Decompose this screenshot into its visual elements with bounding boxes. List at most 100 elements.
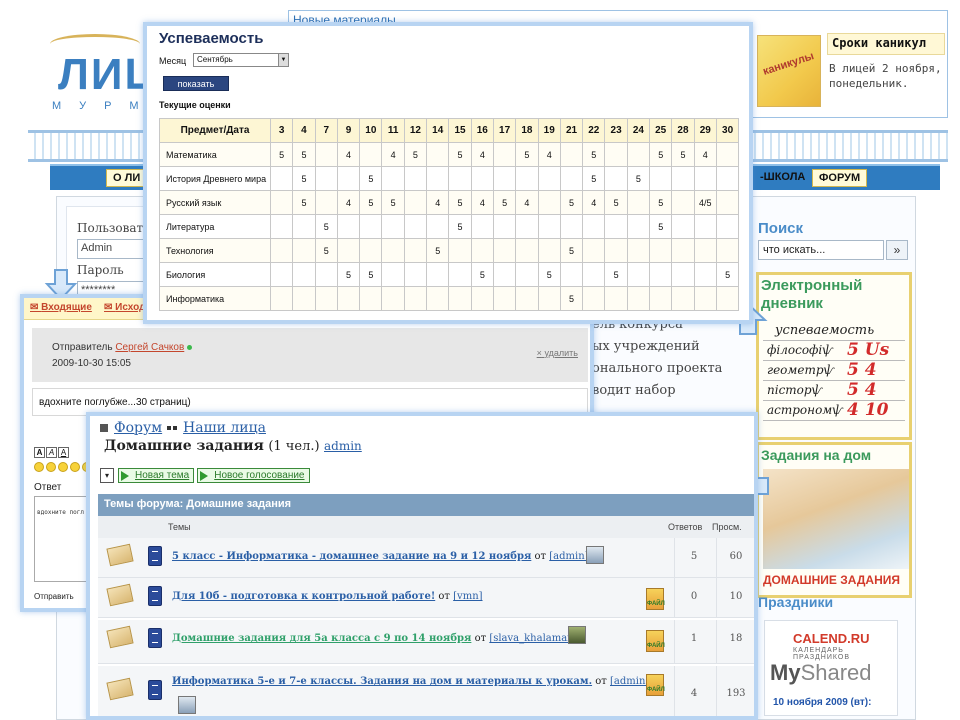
sender-link[interactable]: Сергей Сачков — [115, 342, 184, 353]
diary-word: філософіѱ — [767, 343, 834, 357]
topic-title-link[interactable]: 5 класс - Информатика - домашнее задание… — [172, 551, 531, 562]
month-select[interactable]: Сентябрь ▼ — [193, 53, 289, 67]
grade-cell — [537, 166, 561, 191]
watermark: MyShared — [770, 660, 872, 686]
search-button[interactable]: » — [886, 240, 908, 260]
menu-item-forum[interactable]: ФОРУМ — [812, 169, 868, 187]
smiley-icon[interactable] — [70, 462, 80, 472]
smiley-icon[interactable] — [34, 462, 44, 472]
grade-cell — [269, 190, 294, 215]
grade-cell: 5 — [626, 166, 651, 191]
site-logo[interactable]: ЛИЦ МУРМ — [40, 28, 157, 118]
avatar[interactable] — [568, 626, 586, 644]
grade-cell: 4 — [537, 142, 561, 167]
article-line: ых учреждений — [592, 339, 700, 354]
grades-panel: Успеваемость Месяц Сентябрь ▼ показать Т… — [143, 22, 753, 324]
login-user-label: Пользовате — [77, 221, 151, 235]
topic-row[interactable]: Информатика 5-е и 7-е классы. Задания на… — [98, 666, 754, 716]
section-member-count: (1 чел.) — [268, 439, 320, 454]
date-header: 21 — [559, 118, 584, 143]
new-poll-button[interactable]: Новое голосование — [197, 468, 310, 483]
smiley-icon[interactable] — [58, 462, 68, 472]
topic-by: от — [534, 551, 547, 562]
file-attachment-icon[interactable]: ФАЙЛ — [646, 630, 665, 652]
grade-cell — [626, 286, 651, 311]
new-topic-button[interactable]: Новая тема — [118, 468, 195, 483]
smiley-icon[interactable] — [46, 462, 56, 472]
grade-cell: 4 — [426, 190, 450, 215]
topic-author-link[interactable]: [slava_khalaman] — [489, 633, 577, 644]
topic-author-link[interactable]: [admin] — [549, 551, 588, 562]
topic-author-link[interactable]: [vmn] — [453, 591, 482, 602]
square-icon — [172, 426, 177, 430]
tab-outbox[interactable]: ✉ Исход — [104, 302, 145, 313]
diary-row: філософіѱ 5 Us — [763, 340, 905, 361]
login-user-field[interactable]: Admin — [77, 239, 153, 259]
grade-cell — [426, 214, 450, 239]
grade-cell — [604, 286, 628, 311]
date-header: 14 — [426, 118, 450, 143]
italic-button[interactable]: A — [46, 447, 57, 458]
topic-row[interactable]: 5 класс - Информатика - домашнее задание… — [98, 538, 754, 578]
search-input[interactable]: что искать... — [758, 240, 884, 260]
topic-title-link[interactable]: Информатика 5-е и 7-е классы. Задания на… — [172, 676, 592, 687]
grade-cell: 5 — [448, 214, 472, 239]
grade-cell — [649, 166, 673, 191]
grade-cell — [403, 238, 428, 263]
homework-widget[interactable]: Задания на дом ДОМАШНИЕ ЗАДАНИЯ — [756, 442, 912, 598]
grade-row: Информатика 5 — [159, 286, 740, 311]
grade-cell — [715, 214, 740, 239]
menu-item-school[interactable]: -ШКОЛА — [754, 169, 811, 187]
grade-cell — [537, 238, 561, 263]
avatar[interactable] — [586, 546, 604, 564]
topic-row[interactable]: Для 10б - подготовка к контрольной работ… — [98, 578, 754, 618]
grade-row: Литература 5 5 5 — [159, 214, 740, 239]
vacation-image-text: каникулы — [761, 50, 816, 78]
underline-button[interactable]: A — [58, 447, 69, 458]
date-header: 11 — [381, 118, 405, 143]
topic-author-link[interactable]: [admin] — [610, 676, 649, 687]
bold-button[interactable]: A — [34, 447, 45, 458]
send-button[interactable]: Отправить — [34, 592, 74, 601]
file-attachment-icon[interactable]: ФАЙЛ — [646, 588, 665, 610]
topic-by: от — [474, 633, 487, 644]
forum-dropdown[interactable]: ▾ — [100, 468, 114, 483]
topic-title-link[interactable]: Домашние задания для 5а класса с 9 по 14… — [172, 633, 471, 644]
grade-cell — [559, 166, 584, 191]
forum-panel: Форум Наши лица Домашние задания (1 чел.… — [86, 412, 758, 720]
grade-cell: 5 — [448, 142, 472, 167]
tab-inbox[interactable]: ✉ Входящие — [30, 302, 92, 313]
file-attachment-icon[interactable]: ФАЙЛ — [646, 674, 665, 696]
envelope-icon — [106, 677, 134, 701]
col-views: Просм. — [712, 522, 742, 532]
subject-date-header: Предмет/Дата — [159, 118, 271, 143]
breadcrumb-forum-link[interactable]: Форум — [114, 420, 162, 436]
date-header: 9 — [336, 118, 361, 143]
delete-message-link[interactable]: × удалить — [537, 348, 578, 358]
avatar[interactable] — [178, 696, 196, 714]
diary-mark: 5 4 — [847, 360, 877, 380]
section-admin-link[interactable]: admin — [324, 439, 362, 453]
diary-widget[interactable]: Электронный дневник успеваемость філософ… — [756, 272, 912, 440]
date-header: 16 — [470, 118, 494, 143]
topic-by: от — [595, 676, 607, 687]
grade-cell — [470, 214, 494, 239]
vacation-image: каникулы — [757, 35, 821, 107]
show-button[interactable]: показать — [163, 76, 229, 91]
grade-cell — [426, 286, 450, 311]
grade-cell — [559, 262, 584, 287]
grade-cell: 5 — [470, 262, 494, 287]
grade-cell — [604, 166, 628, 191]
breadcrumb-faces-link[interactable]: Наши лица — [183, 420, 266, 436]
grade-row: История Древнего мира 5 5 5 5 — [159, 166, 740, 191]
watermark-a: My — [770, 660, 801, 685]
subject-name: Математика — [159, 142, 271, 167]
menu-item-about[interactable]: О ЛИ — [106, 169, 148, 187]
grade-cell: 5 — [292, 142, 316, 167]
screenshot-collage: ЛИЦ МУРМ Новые материалы каникулы Сроки … — [0, 0, 960, 720]
vacation-text-line: В лицей 2 ноября, — [829, 62, 942, 75]
forum-column-headers: Темы Ответов Просм. — [98, 516, 754, 538]
grade-cell — [359, 286, 383, 311]
topic-title-link[interactable]: Для 10б - подготовка к контрольной работ… — [172, 591, 435, 602]
topic-row[interactable]: Домашние задания для 5а класса с 9 по 14… — [98, 620, 754, 664]
